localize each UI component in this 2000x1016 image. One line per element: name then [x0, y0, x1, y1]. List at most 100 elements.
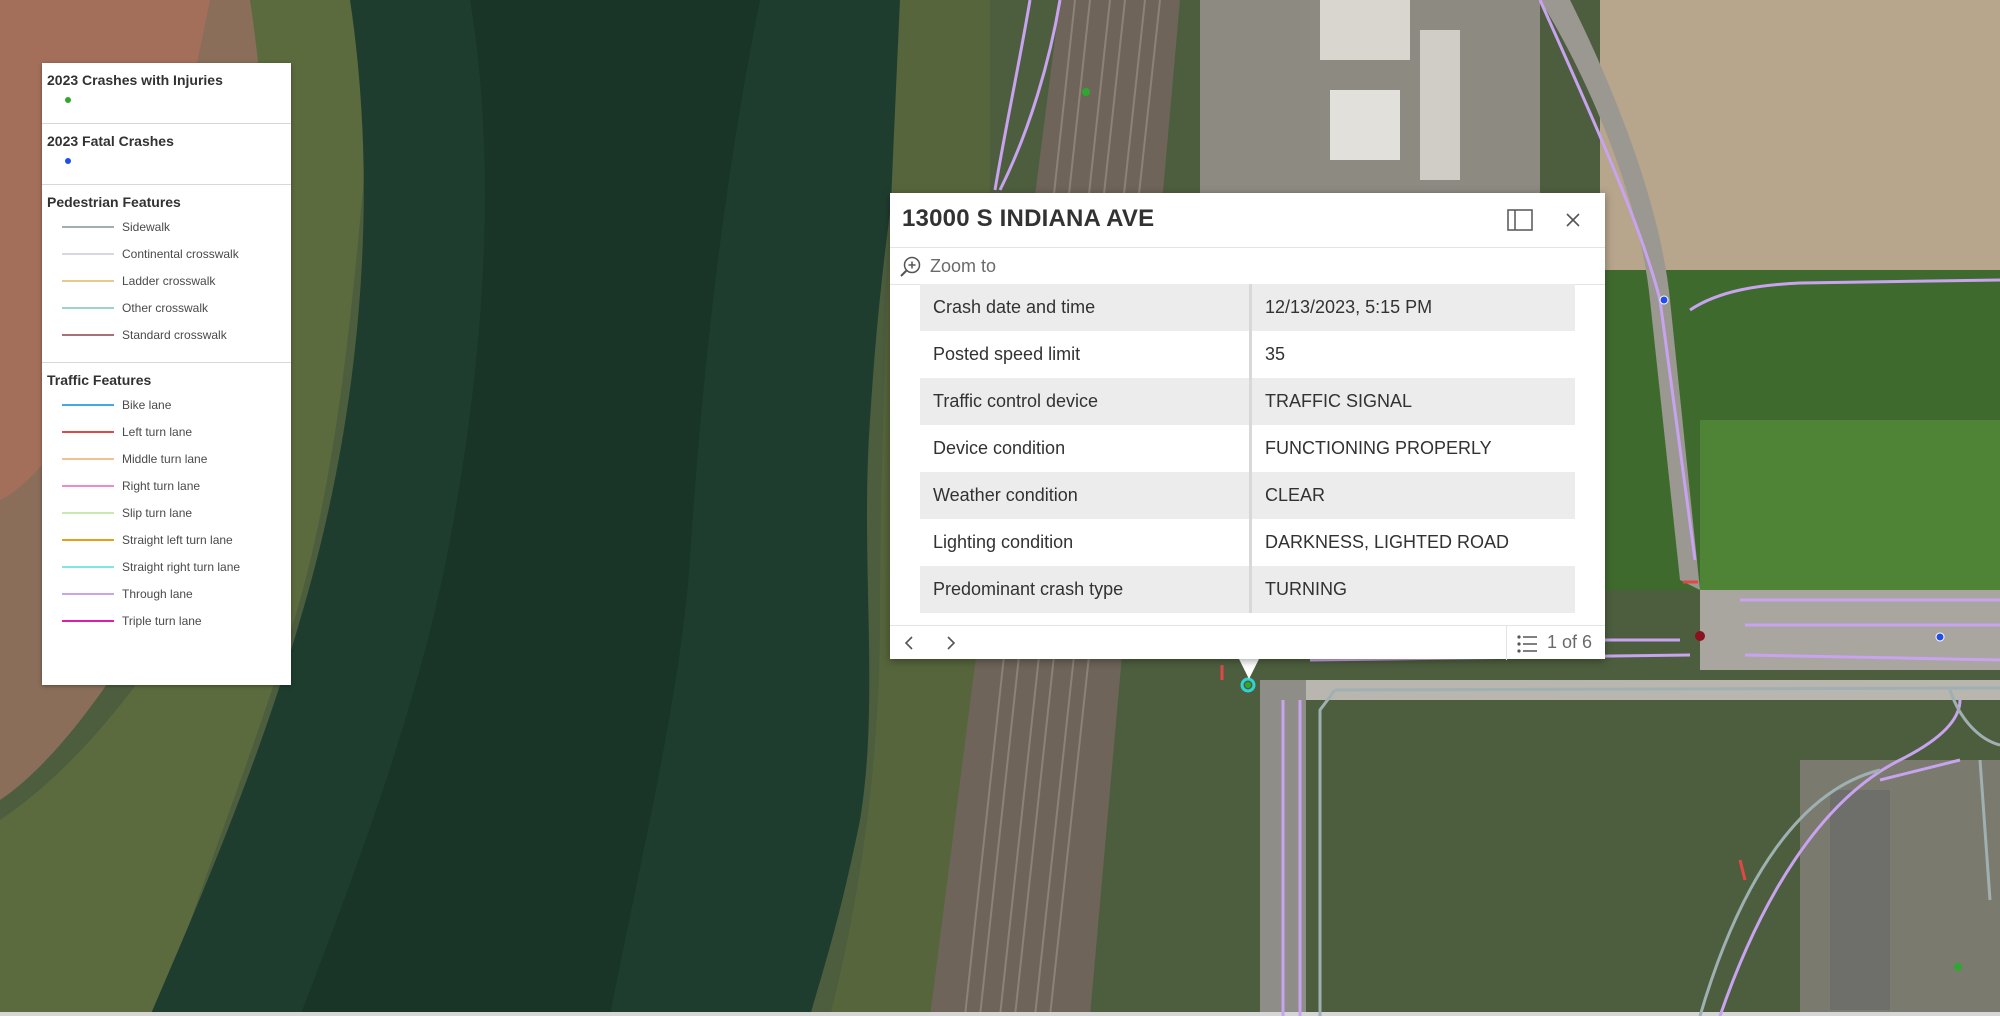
attribute-value: 12/13/2023, 5:15 PM	[1250, 284, 1575, 331]
popup-content[interactable]: Crash date and time 12/13/2023, 5:15 PM Po…	[890, 284, 1605, 614]
legend-line-swatch	[62, 511, 114, 514]
legend-item-label: Sidewalk	[122, 219, 171, 234]
list-icon	[1517, 635, 1537, 653]
fatal-crash-symbol	[65, 158, 71, 164]
legend-panel: 2023 Crashes with Injuries 2023 Fatal Cr…	[42, 63, 291, 685]
map-lawn-light	[1700, 420, 2000, 590]
legend-item-label: Through lane	[122, 586, 193, 601]
legend-title: 2023 Crashes with Injuries	[47, 72, 223, 88]
legend-line-swatch	[62, 619, 114, 622]
legend-item-label: Left turn lane	[122, 424, 193, 439]
attribute-field: Predominant crash type	[920, 566, 1252, 613]
injury-crash-symbol	[65, 97, 71, 103]
legend-section-pedestrian: Pedestrian Features Sidewalk Continental …	[42, 185, 291, 363]
zoom-in-icon	[900, 256, 921, 277]
attribute-field: Posted speed limit	[920, 331, 1252, 378]
attribute-value: 35	[1265, 344, 1286, 364]
legend-line-swatch	[62, 484, 114, 487]
legend-line-swatch	[62, 430, 114, 433]
legend-item-label: Straight right turn lane	[122, 559, 241, 574]
legend-item-label: Triple turn lane	[122, 613, 202, 628]
feature-popup: 13000 S INDIANA AVE Zoom to Crash date a…	[890, 193, 1605, 660]
legend-line-swatch	[62, 592, 114, 595]
attribute-field: Lighting condition	[920, 519, 1252, 566]
feature-menu-button[interactable]: 1 of 6	[1506, 626, 1606, 660]
attribute-row: Predominant crash type TURNING	[920, 566, 1575, 613]
attribute-value: FUNCTIONING PROPERLY	[1265, 438, 1492, 458]
legend-title: Traffic Features	[47, 372, 152, 388]
popup-footer: 1 of 6	[890, 625, 1605, 660]
legend-item: Middle turn lane	[47, 445, 286, 472]
legend-item: Other crosswalk	[47, 294, 286, 321]
legend-item-list: Bike lane Left turn lane Middle turn lane R…	[47, 391, 286, 634]
map-building	[1320, 0, 1410, 60]
popup-title: 13000 S INDIANA AVE	[902, 205, 1155, 232]
legend-line-swatch	[62, 457, 114, 460]
attribute-value: TURNING	[1250, 566, 1575, 613]
fatal-crash-marker[interactable]	[1659, 295, 1669, 305]
legend-item: Sidewalk	[47, 213, 286, 240]
attribute-row: Weather condition CLEAR	[920, 472, 1575, 519]
legend-item-label: Middle turn lane	[122, 451, 208, 466]
attribute-value: TRAFFIC SIGNAL	[1250, 378, 1575, 425]
legend-item: Standard crosswalk	[47, 321, 286, 348]
injury-crash-marker[interactable]	[1954, 963, 1962, 971]
feature-count: 1 of 6	[1547, 632, 1593, 652]
legend-item: Left turn lane	[47, 418, 286, 445]
legend-line-swatch	[62, 252, 114, 255]
zoom-to-button[interactable]: Zoom to	[890, 248, 1605, 285]
legend-item: Through lane	[47, 580, 286, 607]
legend-item: Bike lane	[47, 391, 286, 418]
map-building	[1420, 30, 1460, 180]
legend-line-swatch	[62, 225, 114, 228]
map-parking	[1830, 790, 1890, 1010]
crash-marker[interactable]	[1695, 631, 1705, 641]
legend-line-swatch	[62, 279, 114, 282]
legend-line-swatch	[62, 565, 114, 568]
legend-item: Right turn lane	[47, 472, 286, 499]
chevron-left-icon[interactable]	[900, 633, 920, 653]
legend-item: Straight left turn lane	[47, 526, 286, 553]
close-icon[interactable]	[1562, 209, 1584, 231]
chevron-right-icon[interactable]	[940, 633, 960, 653]
map-field	[1600, 0, 2000, 270]
attribute-field: Device condition	[920, 425, 1252, 472]
dock-icon[interactable]	[1507, 209, 1533, 231]
legend-item-label: Standard crosswalk	[122, 327, 227, 342]
legend-item-label: Straight left turn lane	[122, 532, 233, 547]
legend-item: Ladder crosswalk	[47, 267, 286, 294]
attribute-value: CLEAR	[1250, 472, 1575, 519]
legend-item: Continental crosswalk	[47, 240, 286, 267]
zoom-to-label: Zoom to	[930, 256, 997, 276]
legend-section-traffic: Traffic Features Bike lane Left turn lane…	[42, 363, 291, 642]
injury-crash-marker[interactable]	[1082, 88, 1090, 96]
legend-item-label: Continental crosswalk	[122, 246, 239, 261]
legend-section-fatal: 2023 Fatal Crashes	[42, 124, 291, 185]
legend-line-swatch	[62, 306, 114, 309]
attribute-row: Lighting condition DARKNESS, LIGHTED ROAD	[920, 519, 1575, 566]
attribute-field: Crash date and time	[920, 284, 1252, 331]
attribute-row: Device condition FUNCTIONING PROPERLY	[920, 425, 1575, 472]
popup-pointer	[1238, 657, 1260, 679]
legend-line-swatch	[62, 538, 114, 541]
attribute-row: Posted speed limit 35	[920, 331, 1575, 378]
popup-header: 13000 S INDIANA AVE	[890, 193, 1605, 248]
legend-line-swatch	[62, 403, 114, 406]
selected-crash-dot	[1245, 682, 1251, 688]
legend-item: Straight right turn lane	[47, 553, 286, 580]
attribute-field: Traffic control device	[920, 378, 1252, 425]
legend-line-swatch	[62, 333, 114, 336]
legend-item: Triple turn lane	[47, 607, 286, 634]
legend-item-label: Bike lane	[122, 397, 172, 412]
legend-item-label: Slip turn lane	[122, 505, 193, 520]
legend-item-label: Other crosswalk	[122, 300, 209, 315]
attribute-value: DARKNESS, LIGHTED ROAD	[1265, 532, 1510, 552]
legend-section-injuries: 2023 Crashes with Injuries	[42, 63, 291, 124]
attribute-row: Crash date and time 12/13/2023, 5:15 PM	[920, 284, 1575, 331]
map-building	[1330, 90, 1400, 160]
fatal-crash-marker[interactable]	[1935, 632, 1945, 642]
legend-item-label: Ladder crosswalk	[122, 273, 216, 288]
legend-item-label: Right turn lane	[122, 478, 201, 493]
legend-title: Pedestrian Features	[47, 194, 181, 210]
attribute-row: Traffic control device TRAFFIC SIGNAL	[920, 378, 1575, 425]
